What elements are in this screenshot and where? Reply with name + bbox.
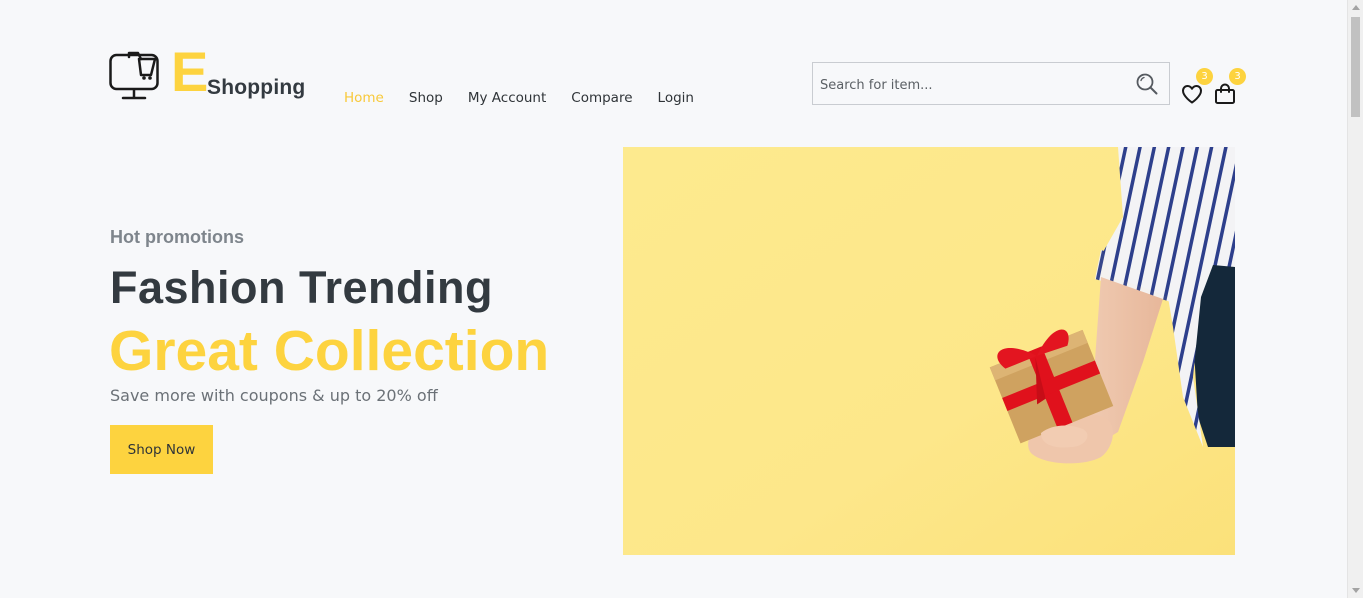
scrollbar-thumb[interactable] [1351,17,1360,117]
nav-home[interactable]: Home [344,90,384,106]
hero-eyebrow: Hot promotions [110,227,244,247]
shopping-bag-icon [1215,83,1235,104]
hero-image [623,147,1235,555]
page: E Shopping Home Shop My Account Compare … [0,0,1363,598]
hero-subheadline: Great Collection [109,319,550,383]
cart-monitor-icon [109,51,159,100]
cart-count-badge: 3 [1229,68,1246,85]
wishlist-count-badge: 3 [1196,68,1213,85]
search-icon[interactable] [1135,72,1159,96]
shop-now-button[interactable]: Shop Now [110,425,213,474]
hero-illustration [623,147,1235,555]
scroll-down-arrow-icon[interactable] [1352,588,1360,593]
hero-headline: Fashion Trending [110,262,494,313]
logo-wordmark: Shopping [207,76,306,99]
wishlist-button[interactable]: 3 [1180,68,1213,106]
scroll-up-arrow-icon[interactable] [1352,5,1360,10]
logo-letter: E [171,40,209,103]
brand-logo[interactable]: E Shopping [109,42,309,104]
nav-shop[interactable]: Shop [409,90,443,106]
heart-icon [1182,85,1202,104]
page-scrollbar[interactable] [1347,0,1363,598]
nav-my-account[interactable]: My Account [468,90,546,106]
search-input[interactable] [818,74,1122,96]
cart-button[interactable]: 3 [1213,68,1246,106]
main-nav: Home Shop My Account Compare Login [344,90,719,106]
nav-compare[interactable]: Compare [571,90,632,106]
hero-tagline: Save more with coupons & up to 20% off [110,386,438,405]
nav-login[interactable]: Login [658,90,694,106]
search-box [812,62,1170,105]
